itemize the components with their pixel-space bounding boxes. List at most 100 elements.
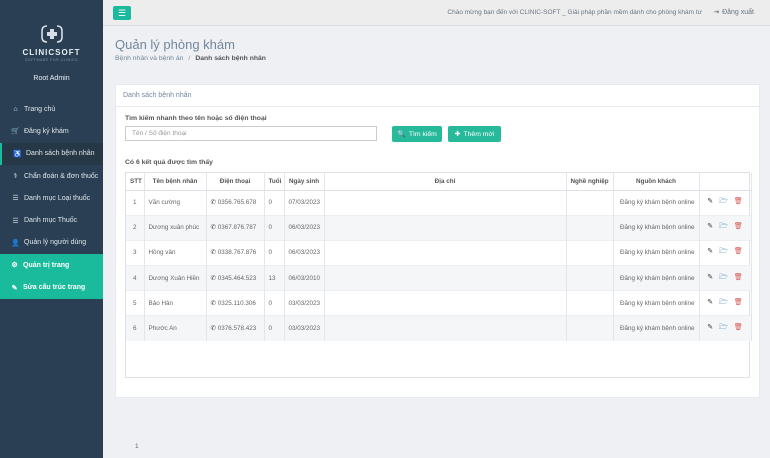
trash-icon[interactable]: 🗑 xyxy=(734,273,743,284)
table-row[interactable]: 4 Dương Xuân Hiền ✆ 0345.464.523 13 06/03/201… xyxy=(126,265,752,291)
folder-open-icon[interactable]: 🗁 xyxy=(719,298,728,309)
cell-age: 0 xyxy=(264,239,285,266)
search-button[interactable]: 🔍 Tìm kiếm xyxy=(392,126,442,142)
cell-source: Đăng ký khám bệnh online xyxy=(613,290,700,316)
cell-age: 0 xyxy=(264,290,285,316)
phone-number: 0376.578.423 xyxy=(217,325,257,333)
trash-icon[interactable]: 🗑 xyxy=(734,298,743,309)
sidebar-menu: ⌂ Trang chủ 🛒 Đăng ký khám ♿ Danh sách bệnh n… xyxy=(0,98,103,299)
trash-icon[interactable]: 🗑 xyxy=(734,197,743,208)
cell-age: 0 xyxy=(264,315,285,342)
trash-icon[interactable]: 🗑 xyxy=(734,247,743,258)
sidebar-item-label: Quản trị trang xyxy=(23,261,70,269)
brand[interactable]: CLINICSOFT SOFTWARE FOR CLINICS xyxy=(0,0,103,70)
pencil-icon[interactable]: ✎ xyxy=(707,222,713,233)
phone-number: 0367.876.787 xyxy=(217,224,257,232)
sidebar-item-6[interactable]: 👤 Quản lý người dùng xyxy=(0,232,103,254)
cell-job xyxy=(566,239,614,266)
table-row[interactable]: 2 Dương xuân phúc ✆ 0367.876.787 0 06/03/2023… xyxy=(126,214,752,241)
breadcrumb-separator: / xyxy=(188,55,191,62)
cell-name: Hồng vân xyxy=(144,239,207,266)
column-header: Nguồn khách xyxy=(613,173,700,191)
pencil-icon[interactable]: ✎ xyxy=(707,273,713,284)
list-icon: ☰ xyxy=(12,217,19,225)
table-row[interactable]: 5 Bảo Hân ✆ 0325.110.306 0 03/03/2023 Đăng ký … xyxy=(126,290,752,316)
phone-number: 0338.767.876 xyxy=(217,249,257,257)
cell-stt: 2 xyxy=(126,214,145,241)
pencil-icon[interactable]: ✎ xyxy=(707,197,713,208)
phone-icon: ✆ xyxy=(210,325,216,333)
search-label: Tìm kiếm nhanh theo tên hoặc số điện tho… xyxy=(125,115,267,122)
column-header: Nghề nghiệp xyxy=(566,173,614,191)
menu-toggle-button[interactable]: ☰ xyxy=(113,6,131,20)
phone-number: 0356.765.678 xyxy=(217,199,257,207)
cell-dob: 03/03/2023 xyxy=(284,315,325,342)
cell-job xyxy=(566,189,614,216)
pencil-icon[interactable]: ✎ xyxy=(707,247,713,258)
user-name: Root Admin xyxy=(33,75,70,82)
topbar: ☰ Chào mừng bạn đến với CLINIC-SOFT _ Gi… xyxy=(103,0,770,26)
phone-icon: ✆ xyxy=(210,224,216,232)
sidebar-item-5[interactable]: ☰ Danh mục Thuốc xyxy=(0,209,103,231)
pagination-page[interactable]: 1 xyxy=(135,443,139,450)
folder-open-icon[interactable]: 🗁 xyxy=(719,247,728,258)
sidebar-item-label: Sửa cấu trúc trang xyxy=(23,284,86,292)
cell-address xyxy=(324,189,567,216)
search-icon: 🔍 xyxy=(397,131,406,138)
patient-table: STT Tên bệnh nhân Điện thoại Tuổi Ngày sinh Đ… xyxy=(126,173,752,342)
sidebar-item-1[interactable]: 🛒 Đăng ký khám xyxy=(0,120,103,142)
pencil-icon[interactable]: ✎ xyxy=(707,323,713,334)
search-input[interactable] xyxy=(125,126,377,141)
folder-open-icon[interactable]: 🗁 xyxy=(719,222,728,233)
cell-job xyxy=(566,214,614,241)
column-header: STT xyxy=(126,173,145,191)
search-button-label: Tìm kiếm xyxy=(408,130,437,138)
cell-name: Phước An xyxy=(144,315,207,342)
page-title: Quản lý phòng khám xyxy=(115,37,235,52)
cell-age: 0 xyxy=(264,214,285,241)
cell-job xyxy=(566,265,614,291)
sign-out-icon: ⇥ xyxy=(713,9,720,16)
clinicsoft-logo-icon xyxy=(40,24,63,43)
sidebar: CLINICSOFT SOFTWARE FOR CLINICS Root Adm… xyxy=(0,0,103,458)
sidebar-item-2[interactable]: ♿ Danh sách bệnh nhân xyxy=(0,142,103,166)
phone-icon: ✆ xyxy=(210,249,216,257)
cell-dob: 06/03/2010 xyxy=(284,265,325,291)
table-row[interactable]: 6 Phước An ✆ 0376.578.423 0 03/03/2023 Đăng ký… xyxy=(126,315,752,342)
sidebar-item-4[interactable]: ☰ Danh mục Loại thuốc xyxy=(0,187,103,209)
trash-icon[interactable]: 🗑 xyxy=(734,222,743,233)
cell-actions: ✎ 🗁 🗑 xyxy=(699,315,752,342)
column-header: Ngày sinh xyxy=(284,173,325,191)
sidebar-item-8[interactable]: ✎ Sửa cấu trúc trang xyxy=(0,276,103,299)
folder-open-icon[interactable]: 🗁 xyxy=(719,197,728,208)
cell-job xyxy=(566,315,614,342)
cell-source: Đăng ký khám bệnh online xyxy=(613,214,700,241)
sidebar-item-label: Danh mục Loại thuốc xyxy=(24,194,91,202)
cell-actions: ✎ 🗁 🗑 xyxy=(699,239,752,266)
cell-source: Đăng ký khám bệnh online xyxy=(613,189,700,216)
phone-icon: ✆ xyxy=(210,274,216,282)
column-header: Địa chỉ xyxy=(324,173,567,191)
sidebar-item-label: Đăng ký khám xyxy=(24,127,69,135)
cell-address xyxy=(324,239,567,266)
phone-icon: ✆ xyxy=(210,299,216,307)
logout-link[interactable]: ⇥ Đăng xuất xyxy=(713,8,754,16)
sidebar-item-3[interactable]: ⚕ Chẩn đoán & đơn thuốc xyxy=(0,165,103,187)
cell-name: Văn cường xyxy=(144,189,207,216)
sidebar-item-7[interactable]: ⚙ Quản trị trang xyxy=(0,254,103,277)
gear-icon: ⚙ xyxy=(11,262,18,270)
pencil-icon[interactable]: ✎ xyxy=(707,298,713,309)
breadcrumb-parent[interactable]: Bệnh nhân và bệnh án xyxy=(115,55,183,62)
phone-number: 0345.464.523 xyxy=(217,274,257,282)
folder-open-icon[interactable]: 🗁 xyxy=(719,323,728,334)
sidebar-item-0[interactable]: ⌂ Trang chủ xyxy=(0,98,103,120)
table-row[interactable]: 3 Hồng vân ✆ 0338.767.876 0 06/03/2023 Đăng ký… xyxy=(126,239,752,266)
table-row[interactable]: 1 Văn cường ✆ 0356.765.678 0 07/03/2023 Đăng k… xyxy=(126,189,752,216)
folder-open-icon[interactable]: 🗁 xyxy=(719,273,728,284)
cell-phone: ✆ 0356.765.678 xyxy=(206,189,265,216)
add-new-button[interactable]: ✚ Thêm mới xyxy=(448,126,501,142)
column-header: Tên bệnh nhân xyxy=(144,173,207,191)
cell-stt: 5 xyxy=(126,290,145,316)
trash-icon[interactable]: 🗑 xyxy=(734,323,743,334)
cell-name: Bảo Hân xyxy=(144,290,207,316)
